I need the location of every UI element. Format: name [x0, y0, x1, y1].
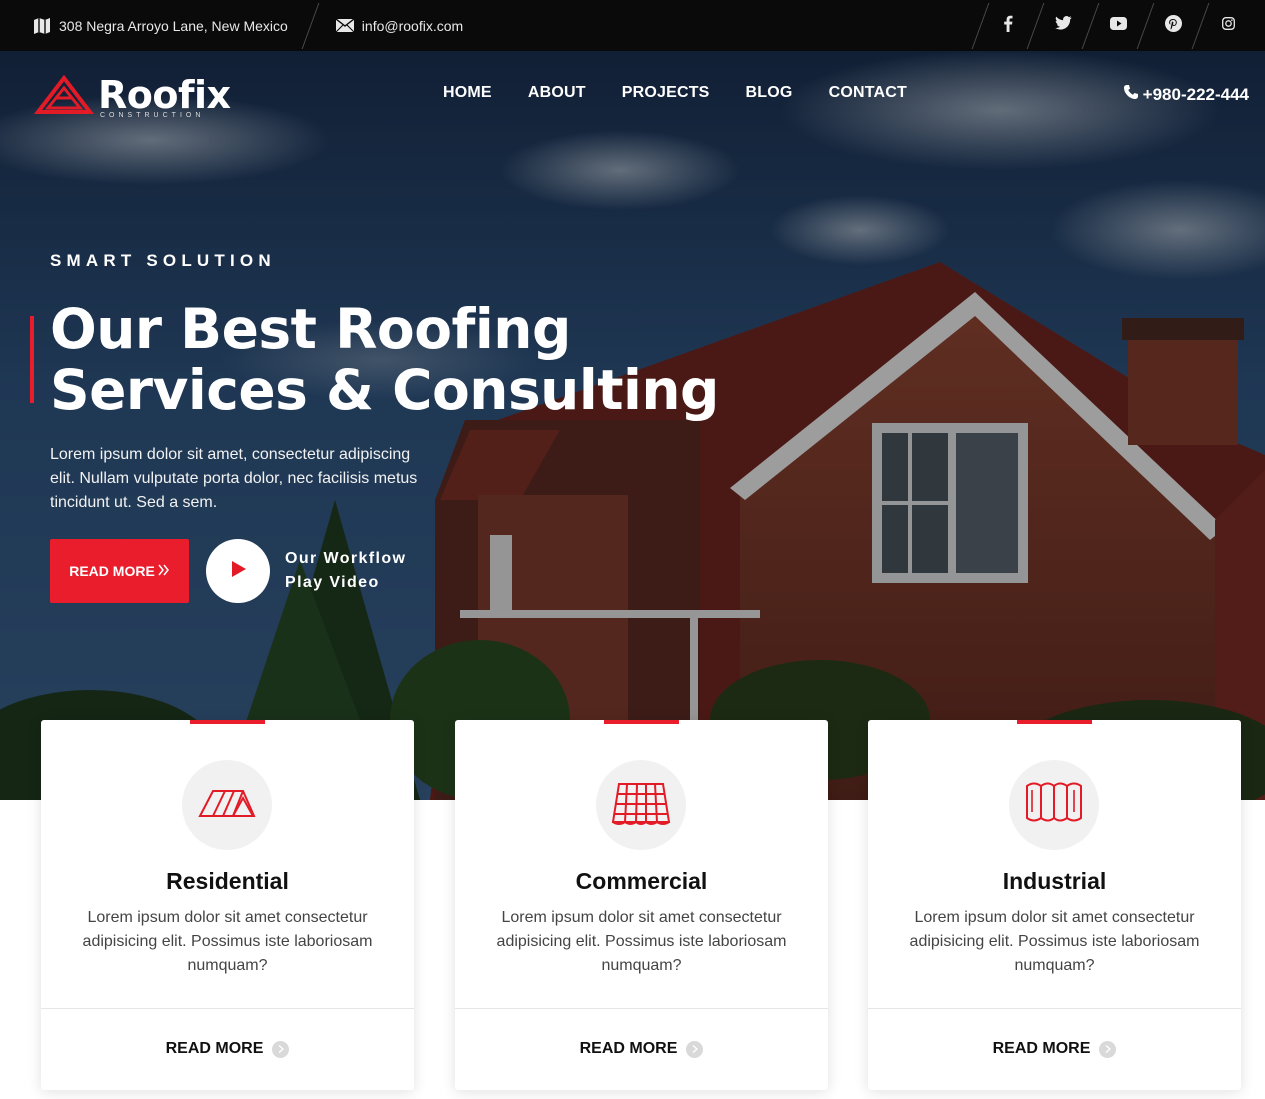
youtube-link[interactable] — [1091, 0, 1145, 51]
card-title: Commercial — [575, 868, 708, 894]
card-divider — [41, 1008, 414, 1009]
roof-tiles-icon — [611, 780, 671, 831]
play-video-button[interactable] — [206, 539, 270, 603]
roof-logo-icon — [33, 72, 95, 123]
residential-roof-icon — [197, 788, 257, 823]
card-accent-line — [190, 720, 265, 724]
hero-house-photo — [0, 51, 1265, 800]
nav-contact[interactable]: CONTACT — [829, 80, 907, 106]
card-text: Lorem ipsum dolor sit amet consectetur a… — [82, 909, 373, 974]
video-label-line-1: Our Workflow — [285, 550, 407, 567]
chevron-right-icon — [272, 1040, 290, 1058]
double-chevron-right-icon — [158, 563, 170, 580]
card-text: Lorem ipsum dolor sit amet consectetur a… — [496, 909, 787, 974]
accent-bar — [30, 316, 34, 403]
instagram-icon — [1221, 16, 1235, 35]
card-read-more-link[interactable]: READ MORE — [868, 1040, 1241, 1058]
card-icon-wrapper — [596, 760, 686, 850]
card-text: Lorem ipsum dolor sit amet consectetur a… — [909, 909, 1200, 974]
video-label[interactable]: Our Workflow Play Video — [285, 547, 406, 595]
chevron-right-icon — [1099, 1040, 1117, 1058]
read-more-label: READ MORE — [69, 563, 155, 579]
twitter-icon — [1054, 16, 1072, 35]
hero-eyebrow: SMART SOLUTION — [50, 251, 276, 270]
card-title: Residential — [166, 868, 289, 894]
nav-about[interactable]: ABOUT — [528, 80, 586, 106]
nav-projects[interactable]: PROJECTS — [622, 80, 710, 106]
top-bar: 308 Negra Arroyo Lane, New Mexico info@r… — [0, 0, 1265, 51]
service-card-commercial: Commercial Lorem ipsum dolor sit amet co… — [455, 720, 828, 1090]
pinterest-link[interactable] — [1146, 0, 1200, 51]
envelope-icon — [335, 19, 354, 32]
hero-headline: Our Best Roofing Services & Consulting — [50, 299, 830, 421]
phone-link[interactable]: +980-222-444 — [1123, 84, 1249, 105]
headline-line-2: Services & Consulting — [50, 358, 719, 422]
hero-section — [0, 51, 1265, 800]
service-card-industrial: Industrial Lorem ipsum dolor sit amet co… — [868, 720, 1241, 1090]
card-accent-line — [604, 720, 679, 724]
site-logo[interactable]: Roofix CONSTRUCTION — [33, 72, 231, 123]
industrial-sheet-icon — [1024, 780, 1084, 831]
email-text: info@roofix.com — [361, 17, 464, 34]
play-icon — [229, 560, 247, 583]
headline-line-1: Our Best Roofing — [50, 297, 571, 361]
pinterest-icon — [1164, 14, 1182, 37]
address-item: 308 Negra Arroyo Lane, New Mexico — [0, 0, 310, 51]
youtube-icon — [1109, 16, 1127, 35]
facebook-icon — [1003, 15, 1013, 37]
address-text: 308 Negra Arroyo Lane, New Mexico — [59, 17, 288, 34]
logo-name: Roofix — [98, 73, 231, 117]
phone-number: +980-222-444 — [1142, 84, 1249, 104]
twitter-link[interactable] — [1036, 0, 1090, 51]
hero-paragraph: Lorem ipsum dolor sit amet, consectetur … — [50, 446, 418, 511]
read-more-button[interactable]: READ MORE — [50, 539, 189, 603]
map-icon — [33, 17, 51, 34]
contact-info: 308 Negra Arroyo Lane, New Mexico info@r… — [0, 0, 463, 51]
nav-home[interactable]: HOME — [443, 80, 492, 106]
video-label-line-2: Play Video — [285, 574, 380, 591]
card-read-more-link[interactable]: READ MORE — [41, 1040, 414, 1058]
instagram-link[interactable] — [1201, 0, 1255, 51]
email-item[interactable]: info@roofix.com — [311, 0, 463, 51]
card-divider — [455, 1008, 828, 1009]
nav-blog[interactable]: BLOG — [746, 80, 793, 106]
card-icon-wrapper — [182, 760, 272, 850]
service-card-residential: Residential Lorem ipsum dolor sit amet c… — [41, 720, 414, 1090]
card-read-more-label: READ MORE — [579, 1040, 678, 1057]
phone-icon — [1123, 84, 1143, 105]
chevron-right-icon — [686, 1040, 704, 1058]
card-read-more-link[interactable]: READ MORE — [455, 1040, 828, 1058]
facebook-link[interactable] — [981, 0, 1035, 51]
social-links — [971, 0, 1255, 51]
card-read-more-label: READ MORE — [165, 1040, 264, 1057]
card-title: Industrial — [1002, 868, 1107, 894]
card-divider — [868, 1008, 1241, 1009]
card-icon-wrapper — [1009, 760, 1099, 850]
card-read-more-label: READ MORE — [992, 1040, 1091, 1057]
main-nav: HOME ABOUT PROJECTS BLOG CONTACT — [425, 80, 943, 106]
card-accent-line — [1017, 720, 1092, 724]
